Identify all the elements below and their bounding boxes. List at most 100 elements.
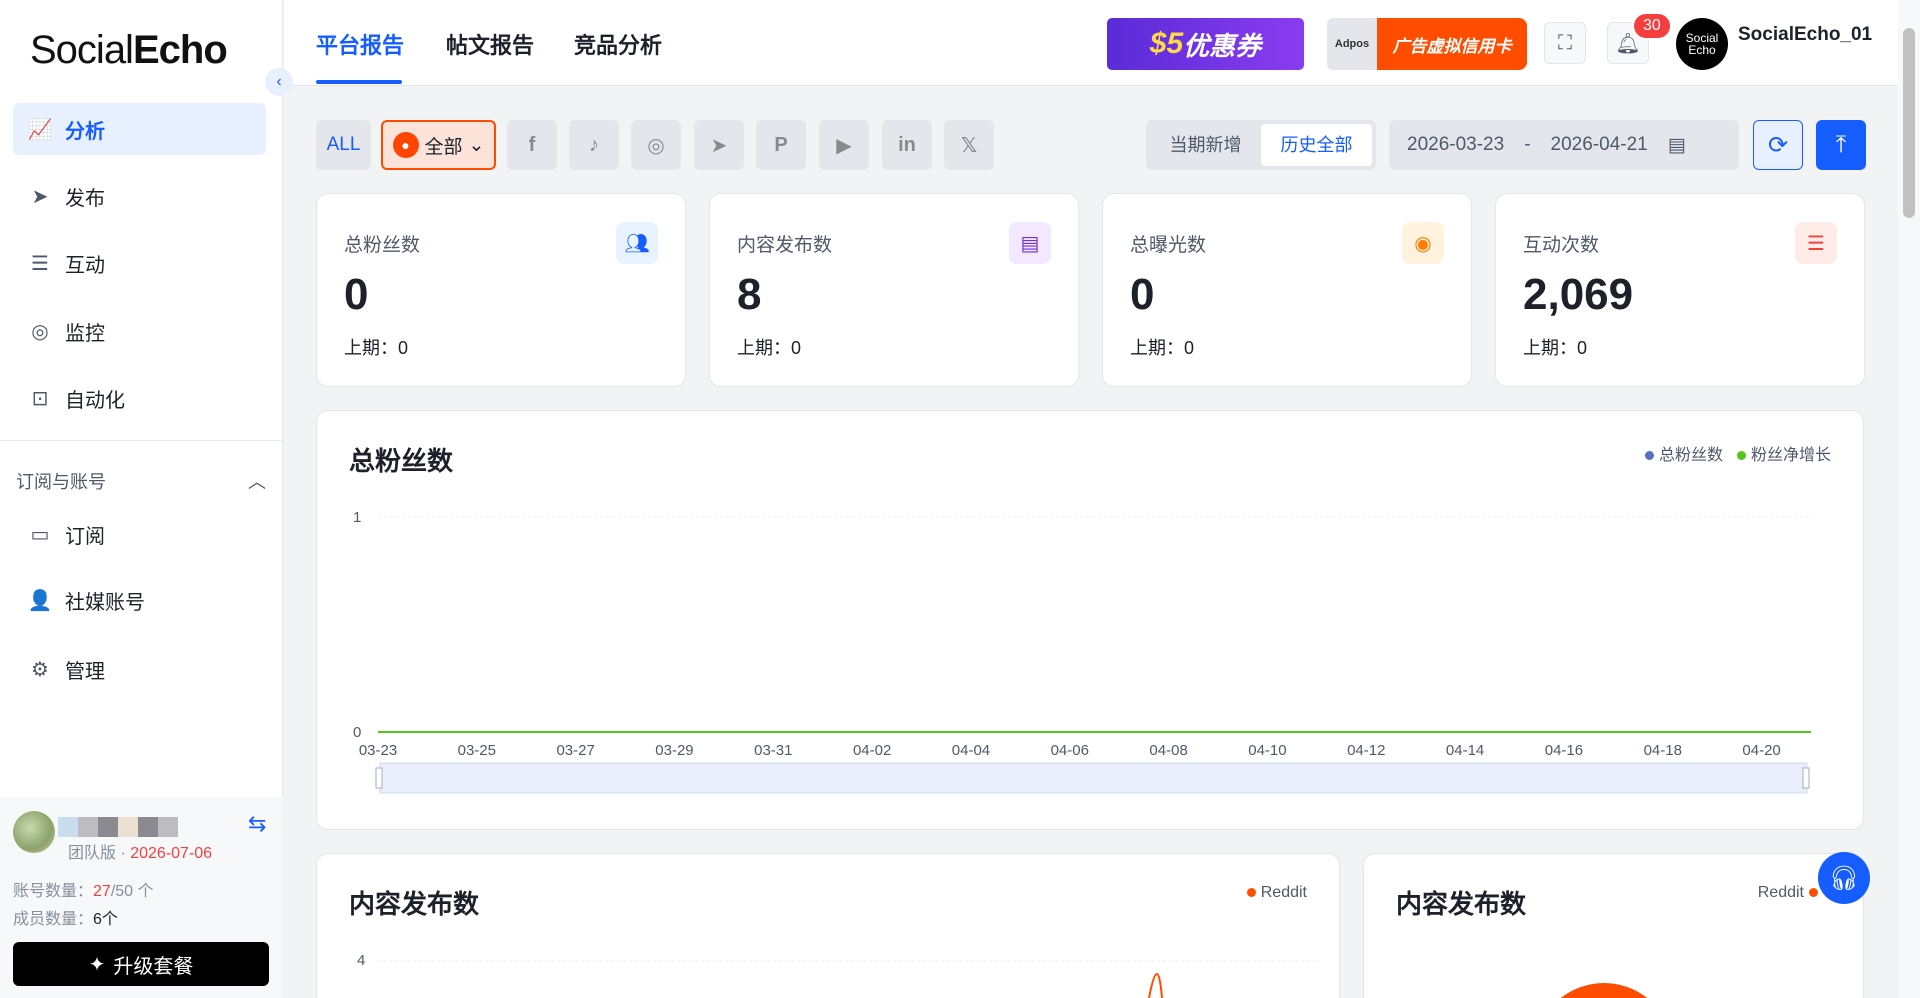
reddit-account-select[interactable]: ● 全部 ⌄ [381,120,496,170]
customer-support-button[interactable]: 🎧︎ [1818,852,1870,904]
adpos-banner[interactable]: Adpos 广告虚拟信用卡 [1327,18,1527,70]
username[interactable]: SocialEcho_01 [1738,24,1872,46]
fullscreen-button[interactable]: ⛶ [1544,22,1586,64]
scrollbar-thumb[interactable] [1903,28,1915,218]
x-filter[interactable]: 𝕏 [944,120,994,170]
adpos-text: 广告虚拟信用卡 [1377,18,1527,70]
sidebar-item-monitor[interactable]: ◎ 监控 [13,305,266,357]
account-panel: 团队版 · 2026-07-06 ⇆ 账号数量：27/50 个 成员数量：6个 … [0,797,283,998]
plan-expiry: 2026-07-06 [130,845,213,862]
pinterest-icon: P [774,133,788,156]
followers-chart-card: 总粉丝数 总粉丝数 粉丝净增长 0 1 03-23 03-25 03-27 03-29 03… [316,410,1864,830]
chevron-down-icon: ⌄ [468,134,485,156]
x-tick-label: 03-25 [458,742,496,759]
sidebar-item-label: 分析 [65,120,105,143]
tab-underline [316,80,402,84]
sidebar-item-interact[interactable]: ☰ 互动 [13,237,266,289]
send-icon: ➤ [31,185,49,208]
adpos-brand: Adpos [1327,18,1377,70]
tiktok-filter[interactable]: ♪ [569,120,619,170]
date-start[interactable]: 2026-03-23 [1407,134,1504,156]
date-range-picker[interactable]: 2026-03-23 - 2026-04-21 ▤ [1389,120,1739,170]
sidebar-item-manage[interactable]: ⚙ 管理 [13,643,266,695]
sparkle-icon: ✦ [88,953,106,976]
x-tick-label: 04-10 [1248,742,1286,759]
sidebar-item-label: 订阅 [65,525,105,548]
linkedin-icon: in [898,133,916,156]
sidebar-item-analytics[interactable]: 📈 分析 [13,103,266,155]
x-tick-label: 03-31 [754,742,792,759]
stat-title: 总曝光数 [1130,235,1207,256]
posts-pie-chart [1560,983,1648,998]
posts-pie-chart-card: 内容发布数 Reddit [1363,853,1864,998]
reddit-series-line [1148,973,1163,998]
sidebar-item-subscription[interactable]: ▭ 订阅 [13,508,266,560]
sidebar-item-label: 社媒账号 [65,591,145,614]
section-subscriptions-accounts[interactable]: 订阅与账号 ︿ [16,468,266,494]
filter-all[interactable]: ALL [316,120,371,170]
upload-icon: ⤒ [1835,131,1847,158]
divider [0,440,283,441]
y-tick-label: 1 [353,509,361,526]
x-icon: 𝕏 [960,134,978,157]
avatar [13,811,55,853]
stat-title: 总粉丝数 [344,235,421,256]
plan-name: 团队版 · [68,845,131,862]
upgrade-button[interactable]: ✦ 升级套餐 [13,942,269,986]
tab-post-report[interactable]: 帖文报告 [446,28,534,60]
select-value: 全部 [424,136,463,158]
toggle-history-all[interactable]: 历史全部 [1261,124,1372,166]
upgrade-label: 升级套餐 [113,955,194,978]
location-icon: ◎ [31,320,49,343]
refresh-button[interactable]: ⟳ [1753,120,1803,170]
switch-icon[interactable]: ⇆ [248,811,266,837]
value: /50 个 [110,883,154,900]
facebook-icon: f [528,133,536,156]
tab-competitor-analysis[interactable]: 竞品分析 [574,28,662,60]
x-tick-label: 04-06 [1051,742,1089,759]
zoom-slider-handle-left [375,767,383,789]
eye-icon: ◉ [1402,222,1444,264]
period-toggle: 当期新增 历史全部 [1146,120,1376,170]
telegram-filter[interactable]: ➤ [694,120,744,170]
scrollbar[interactable] [1898,0,1920,998]
label: 账号数量： [13,883,94,900]
sidebar-item-label: 自动化 [65,389,125,412]
toggle-period-new[interactable]: 当期新增 [1150,124,1261,166]
sidebar-item-publish[interactable]: ➤ 发布 [13,170,266,222]
headset-icon: 🎧︎ [1828,864,1860,892]
instagram-filter[interactable]: ◎ [631,120,681,170]
fullscreen-icon: ⛶ [1558,31,1572,54]
x-tick-label: 04-16 [1545,742,1583,759]
label: 成员数量： [13,911,94,928]
user-avatar[interactable]: Social Echo [1676,18,1728,70]
calendar-icon: ▤ [1667,134,1686,156]
followers-line-chart: 0 1 03-23 03-25 03-27 03-29 03-31 04-02 04-04 04-… [353,509,1811,794]
y-tick-label: 0 [353,724,361,741]
section-label: 订阅与账号 [16,472,106,492]
stat-previous: 上期：0 [1130,338,1195,358]
pinterest-filter[interactable]: P [756,120,806,170]
collapse-sidebar-button[interactable]: ‹ [265,68,293,96]
tab-platform-report[interactable]: 平台报告 [316,28,404,60]
account-count: 账号数量：27/50 个 [13,877,154,901]
sidebar-item-social-accounts[interactable]: 👤 社媒账号 [13,574,266,626]
stat-card: 互动次数 ☰ 2,069 上期：0 [1495,193,1865,387]
stat-value: 0 [344,270,369,319]
facebook-filter[interactable]: f [507,120,557,170]
chevron-up-icon: ︿ [248,472,266,492]
youtube-filter[interactable]: ▶ [819,120,869,170]
linkedin-filter[interactable]: in [882,120,932,170]
pie-slice-reddit[interactable] [1560,983,1648,998]
sidebar-item-automation[interactable]: ⊡ 自动化 [13,372,266,424]
date-end[interactable]: 2026-04-21 [1551,134,1648,156]
sidebar-item-label: 互动 [65,254,105,277]
coupon-banner[interactable]: $5 优惠券 [1107,18,1304,70]
stat-previous: 上期：0 [344,338,409,358]
stat-title: 内容发布数 [737,235,833,256]
value: 6个 [93,911,118,928]
stat-card: 总粉丝数 👥︎ 0 上期：0 [316,193,686,387]
x-tick-label: 04-18 [1644,742,1682,759]
export-button[interactable]: ⤒ [1816,120,1866,170]
stat-card: 总曝光数 ◉ 0 上期：0 [1102,193,1472,387]
